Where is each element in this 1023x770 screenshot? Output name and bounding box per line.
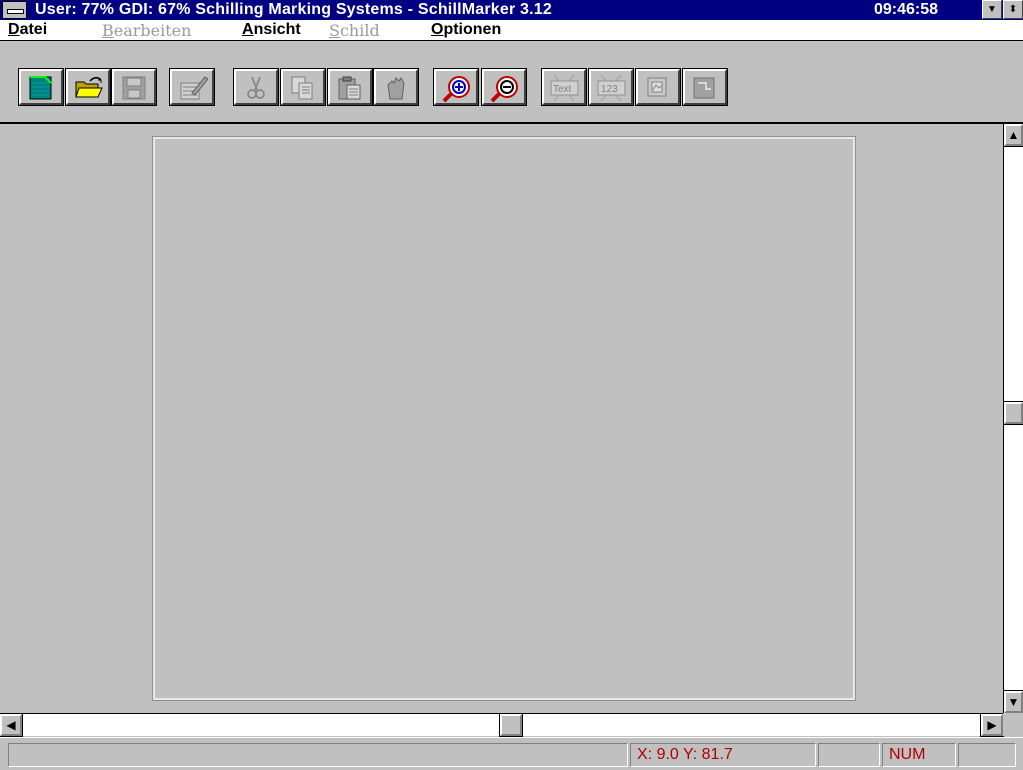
save-button[interactable] [111,68,157,106]
minimize-button[interactable]: ▼ [982,0,1002,19]
vertical-scroll-thumb[interactable] [1003,401,1023,425]
number-tool-label: 123 [601,84,618,95]
menu-ansicht-label: nsicht [253,21,301,38]
output-button[interactable] [682,68,728,106]
system-menu-icon[interactable] [2,1,27,19]
paste-button[interactable] [327,68,373,106]
menu-bar: Datei Bearbeiten Ansicht Schild Optionen [0,20,1023,41]
text-tool-icon: Text [550,75,579,101]
scroll-left-button[interactable]: ◀ [0,713,23,737]
menu-datei-label: atei [19,21,48,38]
scroll-left-arrow-icon: ◀ [6,718,16,732]
scroll-down-button[interactable]: ▼ [1003,690,1023,714]
menu-bearbeiten[interactable]: Bearbeiten [102,21,191,40]
delete-button[interactable] [373,68,419,106]
insert-number-button[interactable]: 123 [588,68,634,106]
title-bar[interactable]: User: 77% GDI: 67% Schilling Marking Sys… [0,0,1023,20]
status-scroll-panel [958,743,1016,767]
menu-ansicht-accel: A [242,21,254,38]
status-num-indicator: NUM [882,743,956,767]
paste-clipboard-icon [338,76,361,100]
copy-button[interactable] [280,68,326,106]
scroll-down-arrow-icon: ▼ [1007,695,1020,709]
scroll-up-arrow-icon: ▲ [1007,128,1020,142]
menu-optionen-accel: O [431,21,444,38]
menu-bearbeiten-accel: B [102,21,114,40]
open-button[interactable] [65,68,111,106]
toolbar: Text 123 [0,41,1023,124]
status-coordinates: X: 9.0 Y: 81.7 [630,743,816,767]
insert-text-button[interactable]: Text [541,68,587,106]
menu-datei-accel: D [8,21,20,38]
menu-ansicht[interactable]: Ansicht [242,21,301,39]
scroll-right-button[interactable]: ▶ [980,713,1004,737]
copy-icon [291,76,313,100]
status-message-panel [8,743,628,767]
menu-optionen-label: ptionen [443,21,502,38]
new-document-icon [29,76,52,100]
menu-optionen[interactable]: Optionen [431,21,501,39]
restore-button[interactable]: ⬍ [1003,0,1023,19]
zoom-out-icon [490,76,518,103]
zoom-in-button[interactable] [433,68,479,106]
sign-canvas[interactable] [152,136,856,701]
menu-schild[interactable]: Schild [329,21,380,40]
floppy-disk-icon [122,76,146,100]
text-tool-label: Text [553,84,572,95]
insert-graphic-button[interactable] [635,68,681,106]
menu-schild-accel: S [329,21,340,40]
output-icon [693,77,715,99]
vertical-scrollbar[interactable]: ▲ ▼ [1003,123,1023,714]
scrollbar-corner [1003,713,1023,736]
menu-schild-label: child [339,21,380,40]
cut-button[interactable] [233,68,279,106]
scissors-icon [247,76,265,99]
menu-datei[interactable]: Datei [8,21,47,39]
eraser-icon [387,77,405,100]
graphic-icon [647,77,667,97]
drawing-area[interactable] [0,124,1003,713]
zoom-out-button[interactable] [481,68,527,106]
menu-bearbeiten-label: earbeiten [113,21,192,40]
status-bar: X: 9.0 Y: 81.7 NUM [0,737,1023,770]
status-caps-panel [818,743,880,767]
scroll-right-arrow-icon: ▶ [987,718,997,732]
open-folder-icon [75,77,103,98]
edit-sign-button[interactable] [169,68,215,106]
edit-sign-icon [180,76,208,100]
scroll-up-button[interactable]: ▲ [1003,123,1023,147]
window-title: User: 77% GDI: 67% Schilling Marking Sys… [35,1,552,18]
horizontal-scrollbar[interactable]: ◀ ▶ [0,713,1004,737]
clock: 09:46:58 [874,1,939,18]
horizontal-scroll-thumb[interactable] [499,713,523,737]
number-tool-icon: 123 [597,75,626,101]
zoom-in-icon [442,76,470,103]
new-button[interactable] [18,68,64,106]
